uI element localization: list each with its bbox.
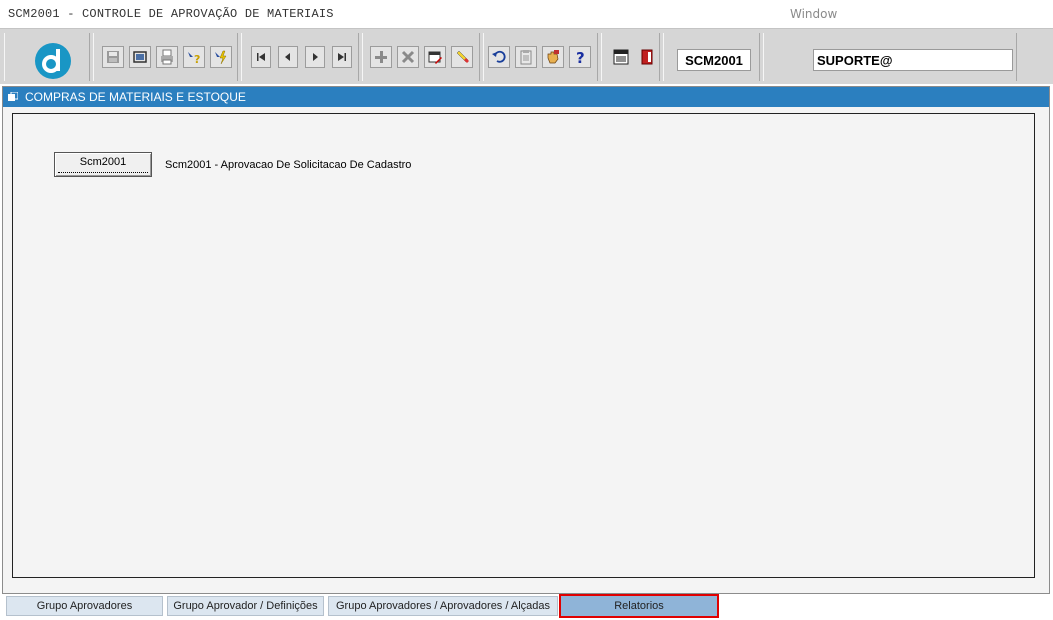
- delete-record-button[interactable]: [397, 46, 419, 68]
- toolbar-module-group: SCM2001: [663, 33, 760, 81]
- app-logo: [35, 43, 71, 79]
- query-help-button[interactable]: ?: [183, 46, 205, 68]
- edit-button[interactable]: [424, 46, 446, 68]
- window-menu[interactable]: Window: [790, 7, 837, 21]
- toolbar-record-group: [362, 33, 480, 81]
- toolbar-navigation-group: [241, 33, 359, 81]
- tab-relatorios[interactable]: Relatorios: [559, 594, 719, 618]
- exit-button[interactable]: [636, 46, 658, 68]
- insert-record-icon: [375, 51, 387, 63]
- svg-text:?: ?: [194, 53, 200, 65]
- menu-icon: [613, 49, 629, 65]
- user-field: SUPORTE@: [813, 49, 1013, 71]
- toolbar-menu-group: [601, 33, 660, 81]
- menu-button[interactable]: [610, 46, 632, 68]
- undo-icon: [492, 50, 506, 63]
- edit-icon: [428, 51, 442, 64]
- hand-icon: [547, 50, 559, 64]
- query-help-icon: ?: [188, 52, 200, 65]
- clear-button[interactable]: [451, 46, 473, 68]
- toolbar-edit-group: ?: [483, 33, 598, 81]
- help-button[interactable]: ?: [569, 46, 591, 68]
- next-record-button[interactable]: [305, 46, 325, 68]
- previous-record-button[interactable]: [278, 46, 298, 68]
- first-record-button[interactable]: [251, 46, 271, 68]
- next-record-icon: [313, 53, 318, 61]
- undo-button[interactable]: [488, 46, 510, 68]
- tab-grupo-aprovador-definicoes[interactable]: Grupo Aprovador / Definições: [167, 596, 324, 616]
- execute-query-button[interactable]: [210, 46, 232, 68]
- last-record-button[interactable]: [332, 46, 352, 68]
- print-icon: [161, 49, 173, 65]
- clipboard-icon: [520, 50, 532, 65]
- frame-header: COMPRAS DE MATERIAIS E ESTOQUE: [3, 87, 1049, 107]
- hand-button[interactable]: [542, 46, 564, 68]
- svg-text:?: ?: [576, 49, 585, 65]
- previous-record-icon: [285, 53, 290, 61]
- last-record-icon: [338, 53, 346, 61]
- logo-d-icon: [42, 49, 60, 73]
- execute-query-icon: [215, 50, 227, 65]
- toolbar-file-group: ?: [93, 33, 238, 81]
- tab-grupo-aprovadores[interactable]: Grupo Aprovadores: [6, 596, 163, 616]
- insert-record-button[interactable]: [370, 46, 392, 68]
- tab-bar: Grupo Aprovadores Grupo Aprovador / Defi…: [2, 594, 1050, 618]
- save-button[interactable]: [102, 46, 124, 68]
- content-panel: Scm2001 Scm2001 - Aprovacao De Solicitac…: [12, 113, 1035, 578]
- main-frame: COMPRAS DE MATERIAIS E ESTOQUE Scm2001 S…: [2, 86, 1050, 594]
- scm2001-description: Scm2001 - Aprovacao De Solicitacao De Ca…: [165, 159, 412, 171]
- clipboard-button[interactable]: [515, 46, 537, 68]
- frame-icon: [8, 92, 18, 101]
- window-title: SCM2001 - CONTROLE DE APROVAÇÃO DE MATER…: [8, 7, 334, 21]
- save-icon: [107, 51, 119, 63]
- print-preview-button[interactable]: [129, 46, 151, 68]
- toolbar-user-group: SUPORTE@: [763, 33, 1017, 81]
- first-record-icon: [257, 53, 265, 61]
- delete-record-icon: [401, 50, 415, 64]
- tab-grupo-aprovadores-alcadas[interactable]: Grupo Aprovadores / Aprovadores / Alçada…: [328, 596, 558, 616]
- toolbar-logo-group: [4, 33, 90, 81]
- title-bar: SCM2001 - CONTROLE DE APROVAÇÃO DE MATER…: [0, 0, 1053, 28]
- frame-title: COMPRAS DE MATERIAIS E ESTOQUE: [25, 90, 246, 104]
- scm2001-button-label: Scm2001: [57, 156, 149, 173]
- print-preview-icon: [133, 51, 147, 63]
- clear-icon: [456, 50, 469, 63]
- module-code-field: SCM2001: [677, 49, 751, 71]
- help-icon: ?: [576, 49, 585, 65]
- toolbar: ? ? SCM2001 SUPORTE@: [0, 28, 1053, 84]
- exit-icon: [641, 49, 653, 65]
- scm2001-button[interactable]: Scm2001: [54, 152, 152, 177]
- print-button[interactable]: [156, 46, 178, 68]
